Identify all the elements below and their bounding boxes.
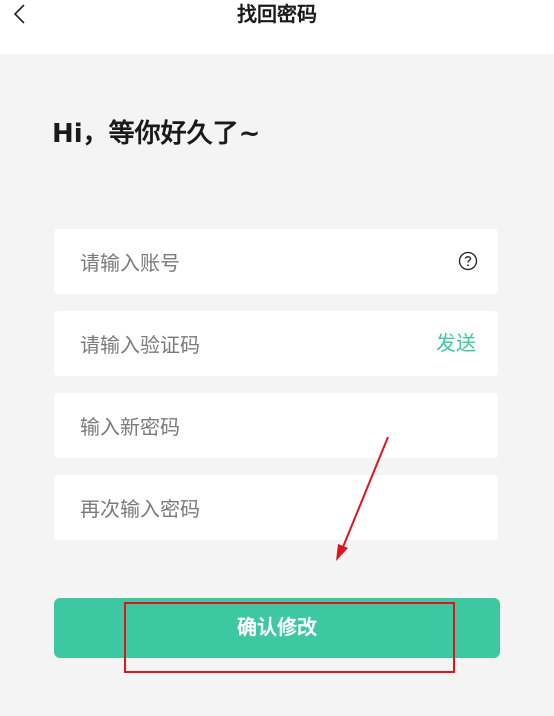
question-circle-icon[interactable] — [458, 251, 478, 271]
account-field — [54, 229, 498, 296]
verification-code-input[interactable] — [78, 311, 412, 378]
repeat-password-field — [54, 475, 498, 542]
new-password-input[interactable] — [78, 393, 412, 460]
new-password-field — [54, 393, 498, 460]
greeting-heading: Hi，等你好久了~ — [52, 119, 261, 149]
account-input[interactable] — [78, 229, 412, 296]
page-title: 找回密码 — [237, 2, 317, 26]
verification-code-field: 发送 — [54, 311, 498, 378]
send-code-button[interactable]: 发送 — [436, 311, 476, 376]
nav-header: 找回密码 — [0, 0, 554, 54]
repeat-password-input[interactable] — [78, 475, 412, 542]
annotation-highlight-box — [124, 602, 455, 673]
